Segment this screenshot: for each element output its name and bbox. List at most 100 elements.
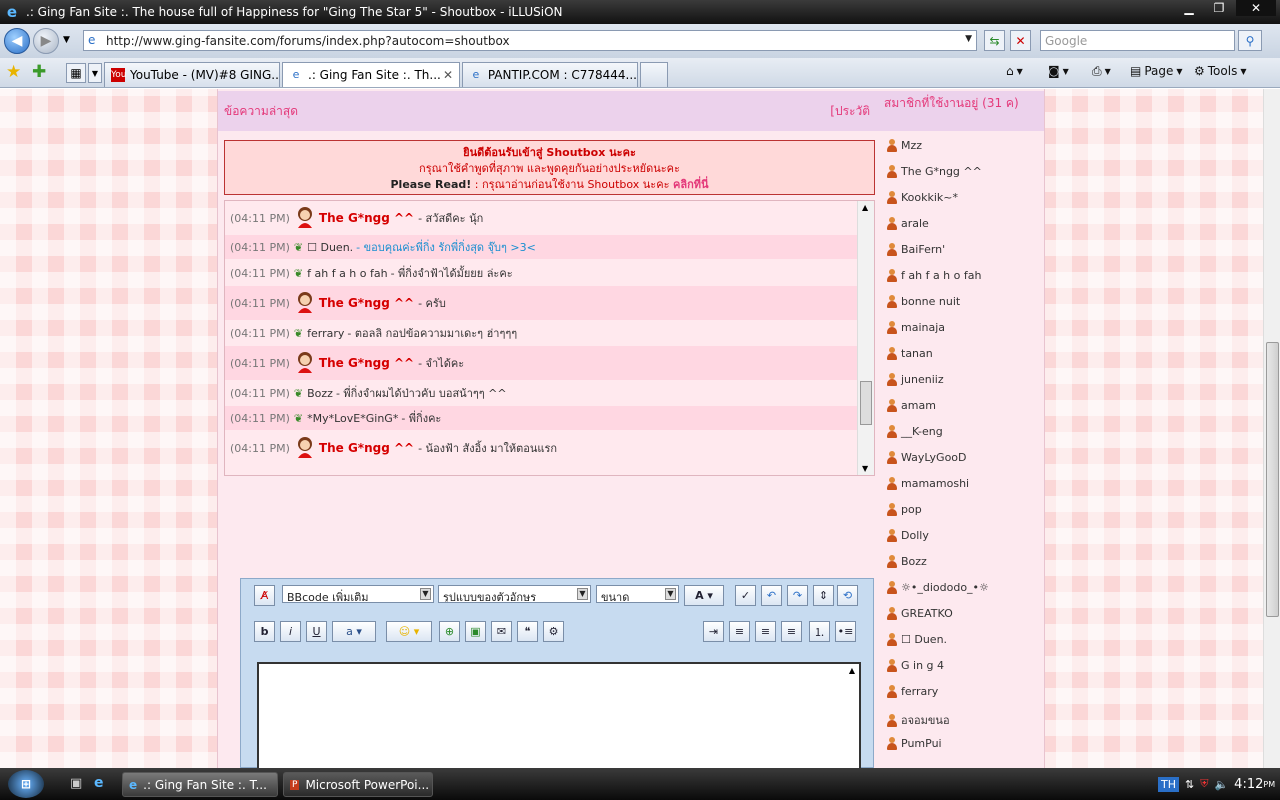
online-user[interactable]: mamamoshi (886, 477, 969, 490)
emoticon-button[interactable]: ☺ ▾ (386, 621, 432, 642)
online-user[interactable]: ☐ Duen. (886, 633, 947, 646)
home-button[interactable]: ⌂ ▼ (1006, 64, 1023, 78)
clock[interactable]: 4:12 (1234, 777, 1263, 792)
ie-quicklaunch-icon[interactable]: e (94, 775, 104, 791)
redo-icon[interactable]: ↷ (787, 585, 808, 606)
online-user[interactable]: Kookkik~* (886, 191, 958, 204)
read-rules-link[interactable]: คลิกที่นี่ (673, 178, 709, 191)
online-user[interactable]: ☼•_diododo_•☼ (886, 581, 989, 594)
indent-icon[interactable]: ⇥ (703, 621, 724, 642)
scroll-down-icon[interactable]: ▼ (862, 464, 868, 473)
insert-image-icon[interactable]: ▣ (465, 621, 486, 642)
tab-pantip[interactable]: e PANTIP.COM : C778444... (462, 62, 638, 87)
online-user[interactable]: arale (886, 217, 929, 230)
online-user[interactable]: pop (886, 503, 922, 516)
online-user[interactable]: BaiFern' (886, 243, 945, 256)
user-icon (886, 321, 898, 334)
user-icon (886, 633, 898, 646)
back-button[interactable]: ◀ (4, 28, 30, 54)
tools-menu[interactable]: ⚙ Tools ▼ (1194, 64, 1246, 78)
tab-list-icon[interactable]: ▼ (88, 63, 102, 83)
bold-button[interactable]: b (254, 621, 275, 642)
show-desktop-icon[interactable]: ▣ (70, 776, 82, 791)
scroll-up-icon[interactable]: ▲ (849, 666, 855, 675)
size-select[interactable]: ขนาด ▼ (596, 585, 679, 603)
text-format-button[interactable]: a ▾ (332, 621, 376, 642)
insert-quote-icon[interactable]: ❝ (517, 621, 538, 642)
font-color-button[interactable]: A ▾ (684, 585, 724, 606)
online-user[interactable]: mainaja (886, 321, 945, 334)
page-scroll-thumb[interactable] (1266, 342, 1279, 617)
online-user[interactable]: Dolly (886, 529, 929, 542)
language-indicator[interactable]: TH (1158, 776, 1179, 792)
italic-button[interactable]: i (280, 621, 301, 642)
font-select[interactable]: รูปแบบของตัวอักษร ▼ (438, 585, 591, 603)
switch-mode-icon[interactable]: ⟲ (837, 585, 858, 606)
insert-email-icon[interactable]: ✉ (491, 621, 512, 642)
remove-format-icon[interactable]: A̸ (254, 585, 275, 606)
spellcheck-icon[interactable]: ✓ (735, 585, 756, 606)
tab-youtube[interactable]: You YouTube - (MV)#8 GING... (104, 62, 280, 87)
online-user[interactable]: ferrary (886, 685, 938, 698)
favorites-star-icon[interactable]: ★ (6, 62, 21, 82)
add-favorite-icon[interactable]: ✚ (32, 62, 46, 82)
refresh-button[interactable]: ⇆ (984, 30, 1005, 51)
search-icon[interactable]: ⚲ (1238, 30, 1262, 51)
quick-tabs-icon[interactable]: ▦ (66, 63, 86, 83)
online-user[interactable]: G in g 4 (886, 659, 944, 672)
align-left-icon[interactable]: ≡ (729, 621, 750, 642)
history-link[interactable]: [ประวัติ (830, 102, 870, 121)
page-scrollbar[interactable] (1263, 89, 1280, 768)
user-icon (886, 217, 898, 230)
new-tab-button[interactable] (640, 62, 668, 87)
bullet-list-icon[interactable]: •≡ (835, 621, 856, 642)
insert-code-icon[interactable]: ⚙ (543, 621, 564, 642)
messages-scrollbar[interactable]: ▲ ▼ (857, 201, 874, 475)
online-user[interactable]: Mzz (886, 139, 922, 152)
search-input[interactable]: Google (1040, 30, 1235, 51)
scroll-up-icon[interactable]: ▲ (862, 203, 868, 212)
align-center-icon[interactable]: ≡ (755, 621, 776, 642)
insert-link-icon[interactable]: ⊕ (439, 621, 460, 642)
online-user[interactable]: juneniiz (886, 373, 944, 386)
online-user[interactable]: tanan (886, 347, 933, 360)
online-user[interactable]: __K-eng (886, 425, 943, 438)
online-user[interactable]: bonne nuit (886, 295, 960, 308)
stop-button[interactable]: ✕ (1010, 30, 1031, 51)
address-input[interactable]: e http://www.ging-fansite.com/forums/ind… (83, 30, 977, 51)
page-menu[interactable]: ▤ Page ▼ (1130, 64, 1183, 78)
volume-icon[interactable]: 🔈 (1214, 778, 1228, 791)
taskbar-powerpoint-window[interactable]: P Microsoft PowerPoi... (283, 772, 433, 797)
align-right-icon[interactable]: ≡ (781, 621, 802, 642)
security-icon[interactable]: ⛨ (1200, 777, 1208, 791)
resize-icon[interactable]: ⇕ (813, 585, 834, 606)
start-button[interactable]: ⊞ (8, 770, 44, 798)
taskbar-ie-window[interactable]: e .: Ging Fan Site :. T... (122, 772, 278, 797)
maximize-button[interactable]: ❐ (1206, 0, 1232, 16)
bbcode-select[interactable]: BBcode เพิ่มเติม ▼ (282, 585, 434, 603)
online-user[interactable]: PumPui (886, 737, 942, 750)
scroll-thumb[interactable] (860, 381, 872, 425)
shout-textarea[interactable]: ▲ (257, 662, 861, 768)
online-user[interactable]: amam (886, 399, 936, 412)
numbered-list-icon[interactable]: ⒈ (809, 621, 830, 642)
feeds-button[interactable]: ◙ ▼ (1048, 64, 1069, 78)
close-tab-icon[interactable]: ✕ (443, 68, 453, 82)
history-dropdown-icon[interactable]: ▼ (63, 35, 70, 45)
undo-icon[interactable]: ↶ (761, 585, 782, 606)
address-dropdown-icon[interactable]: ▼ (965, 34, 972, 44)
online-user[interactable]: WayLyGooD (886, 451, 967, 464)
underline-button[interactable]: u (306, 621, 327, 642)
online-user[interactable]: อจอมขนอ (886, 711, 950, 729)
online-user[interactable]: Bozz (886, 555, 927, 568)
online-user[interactable]: GREATKO (886, 607, 953, 620)
print-button[interactable]: ⎙ ▼ (1092, 64, 1111, 79)
online-user[interactable]: f ah f a h o fah (886, 269, 981, 282)
welcome-notice: ยินดีต้อนรับเข้าสู่ Shoutbox นะคะ กรุณาใ… (224, 140, 875, 195)
tab-ging-fansite[interactable]: e .: Ging Fan Site :. Th... ✕ (282, 62, 460, 87)
minimize-button[interactable]: ▁ (1176, 0, 1202, 16)
forward-button[interactable]: ▶ (33, 28, 59, 54)
online-user[interactable]: The G*ngg ^^ (886, 165, 982, 178)
close-window-button[interactable]: ✕ (1236, 0, 1276, 16)
network-icon[interactable]: ⇅ (1185, 778, 1194, 791)
